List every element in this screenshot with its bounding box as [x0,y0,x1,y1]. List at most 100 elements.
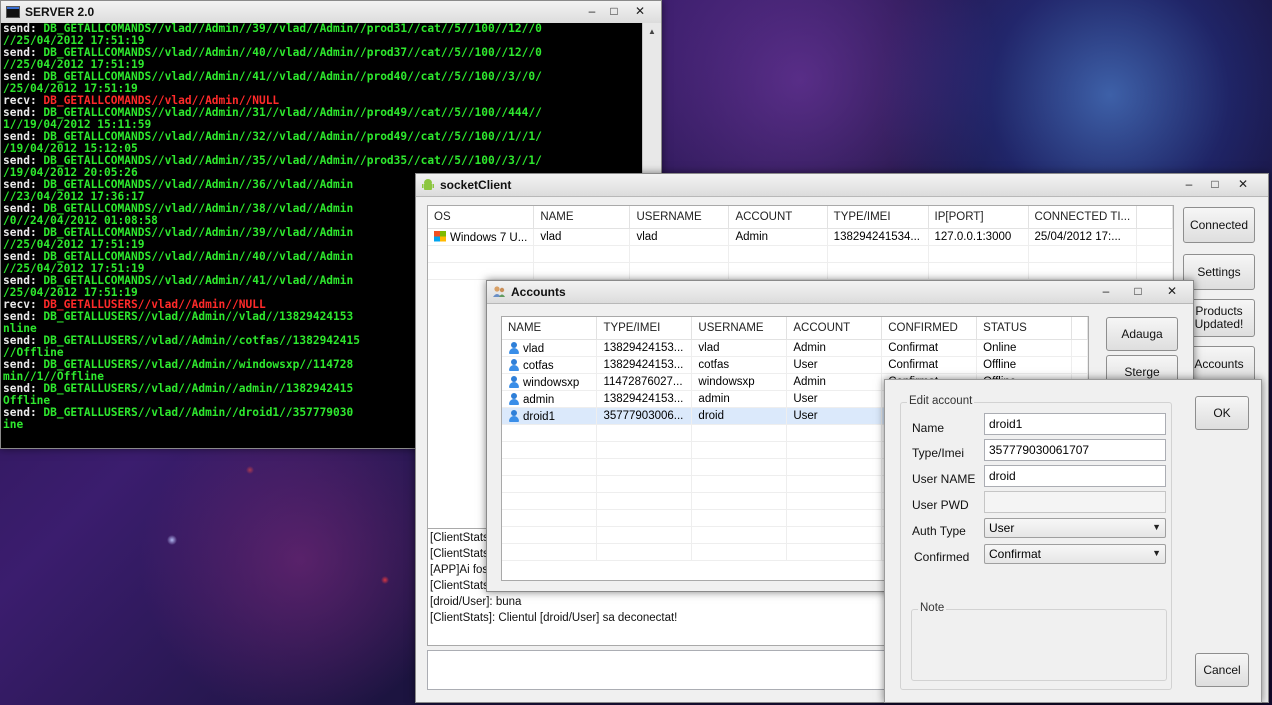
col-name[interactable]: NAME [502,317,598,340]
table-row[interactable]: cotfas 13829424153... cotfas User Confirmat O… [502,356,1088,374]
account-cell: admin [502,390,598,408]
console-line-text: DB_GETALLUSERS//vlad//Admin//droid1//357… [36,406,354,419]
password-field[interactable] [984,491,1166,513]
add-account-button[interactable]: Adauga [1106,317,1178,351]
username-field[interactable]: droid [984,465,1166,487]
account-cell: User [786,407,883,425]
minimize-icon[interactable]: – [1178,176,1200,192]
account-cell: 13829424153... [596,390,693,408]
col-username[interactable]: USERNAME [629,206,730,229]
close-icon[interactable]: ✕ [629,3,651,19]
account-cell: 13829424153... [596,339,693,357]
account-name: cotfas [523,359,554,372]
maximize-icon[interactable]: □ [603,3,625,19]
account-name: droid1 [523,410,555,423]
maximize-icon[interactable]: □ [1204,176,1226,192]
clients-header-row: OS NAME USERNAME ACCOUNT TYPE/IMEI IP[PO… [428,206,1173,229]
table-row[interactable]: Windows 7 U... vlad vlad Admin 138294241… [428,228,1173,246]
console-app-icon [6,5,20,19]
account-cell: Admin [728,228,828,246]
user-icon [508,392,519,405]
confirmed-select[interactable]: Confirmat ▼ [984,544,1166,564]
account-cell: admin [691,390,788,408]
auth-type-value: User [989,521,1015,535]
chevron-down-icon: ▼ [1152,522,1161,532]
account-cell: cotfas [502,356,598,374]
col-type-imei[interactable]: TYPE/IMEI [596,317,693,340]
col-username[interactable]: USERNAME [691,317,788,340]
col-connected-time[interactable]: CONNECTED TI... [1028,206,1138,229]
user-icon [508,409,519,422]
account-cell: windowsxp [691,373,788,391]
server-title: SERVER 2.0 [25,5,95,19]
minimize-icon[interactable]: – [581,3,603,19]
col-account[interactable]: ACCOUNT [786,317,883,340]
confirmed-label: Confirmed [914,550,970,564]
log-line: [APP]Ai fost [430,564,492,576]
user-icon [508,358,519,371]
account-cell: vlad [691,339,788,357]
account-cell: Offline [976,356,1072,374]
col-type-imei[interactable]: TYPE/IMEI [827,206,929,229]
auth-type-select[interactable]: User ▼ [984,518,1166,538]
col-confirmed[interactable]: CONFIRMED [881,317,978,340]
windows-logo-icon [434,230,446,242]
account-cell: User [786,390,883,408]
account-cell: Admin [786,373,883,391]
account-name: vlad [523,342,545,355]
os-value: Windows 7 U... [450,231,528,244]
table-row [428,262,1173,280]
password-label: User PWD [912,498,969,512]
username-label: User NAME [912,472,976,486]
socketclient-title: socketClient [440,178,512,192]
minimize-icon[interactable]: – [1095,283,1117,299]
console-line-text: DB_GETALLUSERS//vlad//Admin//cotfas//138… [36,334,360,347]
account-cell: cotfas [691,356,788,374]
connected-cell: 25/04/2012 17:... [1028,228,1138,246]
log-line: [ClientStats]: Clientul [droid/User] sa … [430,612,678,624]
user-icon [508,341,519,354]
account-cell: windowsxp [502,373,598,391]
account-name: windowsxp [523,376,580,389]
android-icon [421,178,435,192]
accounts-titlebar[interactable]: Accounts – □ ✕ [487,281,1193,304]
table-row [428,245,1173,263]
close-icon[interactable]: ✕ [1161,283,1183,299]
table-row[interactable]: vlad 13829424153... vlad Admin Confirmat Onli… [502,339,1088,357]
imei-field[interactable]: 357779030061707 [984,439,1166,461]
server-titlebar[interactable]: SERVER 2.0 – □ ✕ [1,1,661,24]
ip-cell: 127.0.0.1:3000 [928,228,1029,246]
cancel-button[interactable]: Cancel [1195,653,1249,687]
account-cell: Confirmat [881,356,978,374]
os-cell: Windows 7 U... [428,228,535,246]
name-field[interactable]: droid1 [984,413,1166,435]
scroll-up-icon[interactable]: ▲ [643,23,661,40]
account-cell: Online [976,339,1072,357]
imei-cell: 138294241534... [827,228,929,246]
account-cell: 35777903006... [596,407,693,425]
socketclient-titlebar[interactable]: socketClient – □ ✕ [416,174,1268,197]
account-cell: 11472876027... [596,373,693,391]
col-name[interactable]: NAME [533,206,631,229]
accounts-icon [492,285,506,299]
chevron-down-icon: ▼ [1152,548,1161,558]
account-cell: Confirmat [881,339,978,357]
console-line-text: DB_GETALLUSERS//vlad//Admin//admin//1382… [36,382,354,395]
edit-account-group: Edit account Name droid1 Type/Imei 35777… [900,395,1172,690]
message-input[interactable] [427,650,897,690]
note-field[interactable] [914,616,1164,678]
close-icon[interactable]: ✕ [1232,176,1254,192]
note-title: Note [918,602,947,614]
col-account[interactable]: ACCOUNT [728,206,828,229]
col-filler [1136,206,1173,229]
confirmed-value: Confirmat [989,547,1042,561]
connected-button[interactable]: Connected [1183,207,1255,243]
user-icon [508,375,519,388]
col-os[interactable]: OS [428,206,535,229]
col-status[interactable]: STATUS [976,317,1072,340]
maximize-icon[interactable]: □ [1127,283,1149,299]
auth-type-label: Auth Type [912,524,966,538]
col-ip-port[interactable]: IP[PORT] [928,206,1029,229]
ok-button[interactable]: OK [1195,396,1249,430]
account-cell: Admin [786,339,883,357]
